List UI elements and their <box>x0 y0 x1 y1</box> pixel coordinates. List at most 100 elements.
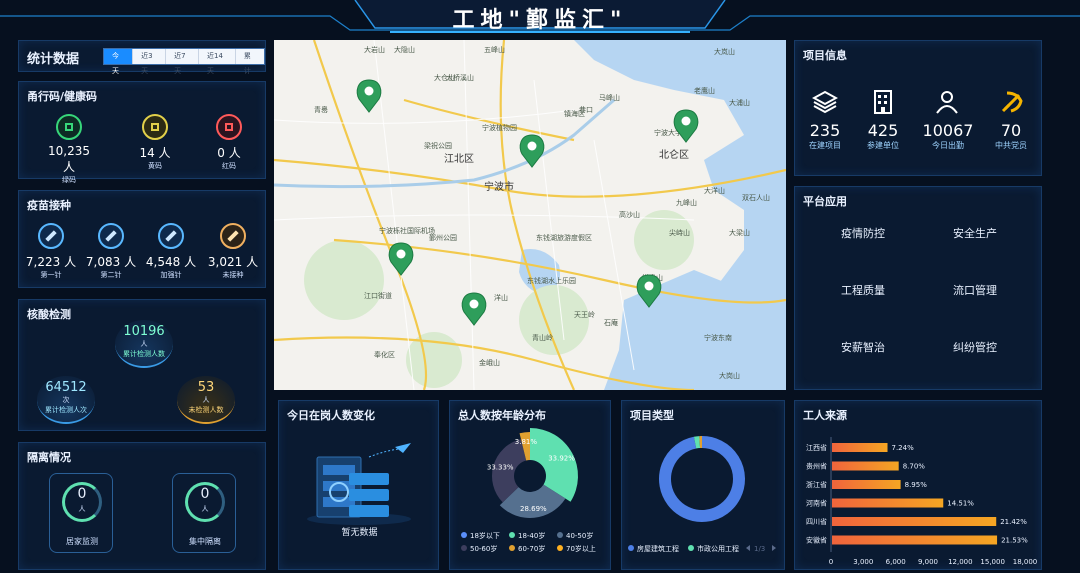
nucleic-total-people: 10196 人 累计检测人数 <box>115 320 173 368</box>
map-label: 大浦山 <box>729 98 750 107</box>
tab-14days[interactable]: 近14天 <box>199 49 236 75</box>
vaccine-title: 疫苗接种 <box>27 199 71 212</box>
legend-label: 50-60岁 <box>470 544 497 553</box>
worker-bar[interactable] <box>832 498 944 508</box>
isolation-home-unit: 人 <box>78 505 86 513</box>
tab-today[interactable]: 今天 <box>104 49 134 75</box>
syringe-icon <box>38 223 64 249</box>
map-label: 青山岭 <box>532 333 553 342</box>
map-label: 双石人山 <box>742 193 770 202</box>
health-code-title: 甬行码/健康码 <box>27 90 98 103</box>
map-canvas[interactable]: 宁波市江北区 北仑区镇海区鄞州公园宁波植物园宁波栎社国际机场东钱湖旅游度假区大岚山… <box>274 40 786 390</box>
legend-marker <box>688 545 694 551</box>
bar-value-label: 8.70% <box>903 463 926 471</box>
legend-marker <box>509 532 515 538</box>
map-label: 江北区 <box>444 153 474 165</box>
worker-bar[interactable] <box>832 480 901 489</box>
tab-total[interactable]: 累计 <box>236 49 264 75</box>
today-attendance: 10067 今日出勤 <box>917 121 979 151</box>
map-label: 尖峙山 <box>669 228 690 237</box>
map-label: 大仓山 <box>434 73 455 82</box>
yellow-code-label: 黄码 <box>148 162 162 170</box>
map-label: 巷口 <box>579 106 593 114</box>
pager-text: 1/3 <box>754 545 765 553</box>
legend-marker <box>557 532 563 538</box>
onsite-panel: 今日在岗人数变化 暂无数据 <box>278 400 439 570</box>
tab-3days[interactable]: 近3天 <box>133 49 167 75</box>
bar-value-label: 7.24% <box>892 444 915 452</box>
worker-bar[interactable] <box>832 517 997 526</box>
map-view[interactable]: 宁波市 江北区 北仑区 镇海区 鄞州公园 宁波植物园 宁波栎社国际机场 东钱湖旅游度假区 大岚山… <box>274 40 786 390</box>
project-type-panel: 项目类型 房屋建筑工程 市政公用工程 1/3 <box>621 400 785 570</box>
map-label: 大岩山 <box>364 45 385 54</box>
x-tick-label: 3,000 <box>853 558 873 566</box>
platform-title: 平台应用 <box>803 195 847 208</box>
app-dispute-control[interactable]: 纠纷管控 <box>937 339 1013 355</box>
app-flow-management[interactable]: 流口管理 <box>937 282 1013 298</box>
worker-bar[interactable] <box>832 461 899 471</box>
app-safety-production[interactable]: 安全生产 <box>937 225 1013 241</box>
map-label: 高沙山 <box>619 210 640 219</box>
platform-panel: 平台应用 疫情防控 安全生产 工程质量 流口管理 安薪智治 纠纷管控 <box>794 186 1042 390</box>
stats-title: 统计数据 <box>27 52 80 67</box>
map-pin-icon[interactable] <box>356 79 382 113</box>
map-label: 老鹰山 <box>694 86 715 95</box>
nucleic-total-times-value: 64512 <box>45 380 87 395</box>
nucleic-total-times: 64512 次 累计检测人次 <box>37 376 95 424</box>
stats-tabs: 今天 近3天 近7天 近14天 累计 <box>103 48 265 75</box>
map-label: 大梁山 <box>729 228 750 237</box>
bar-value-label: 21.53% <box>1001 537 1028 545</box>
age-panel: 总人数按年龄分布 33.92% 28.69% 33.33% 3.81% 18岁以下 18-… <box>449 400 611 570</box>
tab-7days[interactable]: 近7天 <box>166 49 200 75</box>
isolation-central-unit: 人 <box>201 505 209 513</box>
legend-marker <box>628 545 634 551</box>
party-members: 70 中共党员 <box>985 121 1037 151</box>
map-pin-icon[interactable] <box>461 292 487 326</box>
map-label: 大洋山 <box>704 186 725 195</box>
legend-marker <box>557 545 563 551</box>
map-label: 梁祝公园 <box>424 141 452 150</box>
project-type-slice[interactable] <box>693 436 701 449</box>
today-attendance-value: 10067 <box>922 121 974 140</box>
syringe-icon <box>98 223 124 249</box>
today-attendance-label: 今日出勤 <box>932 141 964 150</box>
red-code-value: 0 人 <box>217 146 241 160</box>
isolation-title: 隔离情况 <box>27 451 71 464</box>
vaccine-booster-value: 4,548 人 <box>145 255 197 269</box>
bar-value-label: 14.51% <box>947 500 974 508</box>
isolation-home-card[interactable]: 0 人 居家监测 <box>49 473 113 553</box>
yellow-code-item: 14 人 黄码 <box>127 114 183 171</box>
legend-marker <box>461 532 467 538</box>
red-code-icon <box>216 114 242 140</box>
nucleic-total-people-label: 累计检测人数 <box>123 350 165 358</box>
nucleic-untested-value: 53 <box>197 380 215 395</box>
pager-prev-icon[interactable] <box>746 545 750 551</box>
legend-label: 房屋建筑工程 <box>637 544 679 553</box>
isolation-central-card[interactable]: 0 人 集中隔离 <box>172 473 236 553</box>
workers-panel: 工人来源 江西省 7.24% 贵州省 8.70% 浙江省 8.95% 河南省 14.51% 四川… <box>794 400 1042 570</box>
worker-bar[interactable] <box>832 535 998 545</box>
age-slice-label: 28.69% <box>520 505 547 513</box>
category-label: 安徽省 <box>806 536 827 545</box>
yellow-code-value: 14 人 <box>139 146 171 160</box>
project-type-slice[interactable] <box>659 436 745 522</box>
app-salary-governance[interactable]: 安薪智治 <box>825 339 901 355</box>
legend-marker <box>509 545 515 551</box>
title-bar: 工地"鄞监汇" <box>0 0 1080 36</box>
vaccine-panel: 疫苗接种 7,223 人 第一针 7,083 人 第二针 4,548 人 加强针… <box>18 190 266 288</box>
app-engineering-quality[interactable]: 工程质量 <box>825 282 901 298</box>
isolation-central-label: 集中隔离 <box>189 537 221 546</box>
worker-bar[interactable] <box>832 443 888 452</box>
app-epidemic-control[interactable]: 疫情防控 <box>825 225 901 241</box>
map-label: 石庵 <box>604 318 618 327</box>
map-label: 大隐山 <box>394 45 415 54</box>
vaccine-second-label: 第二针 <box>100 271 122 279</box>
pager-next-icon[interactable] <box>772 545 776 551</box>
nucleic-total-times-label: 累计检测人次 <box>45 406 87 414</box>
hill-area <box>304 240 384 320</box>
map-pin-icon[interactable] <box>388 242 414 276</box>
map-label: 大岗山 <box>719 371 740 380</box>
map-pin-icon[interactable] <box>673 109 699 143</box>
x-tick-label: 15,000 <box>980 558 1005 566</box>
green-code-item: 10,235 人 绿码 <box>41 114 97 185</box>
